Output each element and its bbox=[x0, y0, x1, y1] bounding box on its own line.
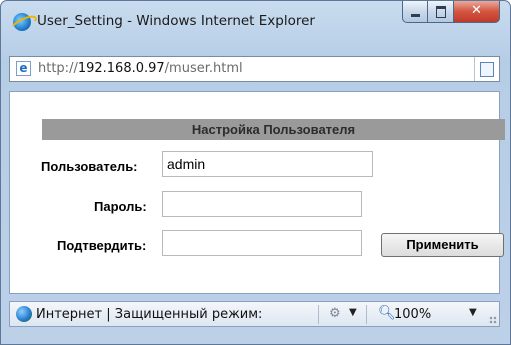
url-host: 192.168.0.97 bbox=[77, 61, 165, 76]
security-zone-text[interactable]: Интернет | Защищенный режим: bbox=[36, 307, 262, 322]
protected-mode-icon[interactable]: ⚙ bbox=[329, 306, 343, 321]
globe-icon bbox=[16, 306, 32, 322]
ie-icon bbox=[13, 13, 31, 31]
zoom-level[interactable]: 100% bbox=[394, 307, 431, 322]
chevron-down-icon[interactable]: ▼ bbox=[469, 307, 477, 318]
page-icon: e bbox=[16, 61, 31, 76]
confirm-label: Подтвердить: bbox=[57, 238, 147, 253]
settings-heading: Настройка Пользователя bbox=[42, 119, 505, 140]
status-bar: Интернет | Защищенный режим: ⚙ ▼ 🔍︎ 100%… bbox=[9, 301, 500, 327]
minimize-icon bbox=[411, 14, 420, 17]
minimize-button[interactable] bbox=[402, 1, 428, 23]
status-divider bbox=[318, 305, 319, 324]
maximize-button[interactable] bbox=[428, 1, 454, 23]
close-button[interactable]: ✕ bbox=[454, 1, 500, 23]
compatibility-icon bbox=[480, 62, 494, 77]
close-icon: ✕ bbox=[471, 3, 482, 18]
address-bar[interactable]: e http://192.168.0.97/muser.html bbox=[9, 56, 500, 82]
password-label: Пароль: bbox=[94, 199, 147, 214]
address-url[interactable]: http://192.168.0.97/muser.html bbox=[38, 61, 243, 76]
resize-grip[interactable] bbox=[489, 316, 497, 324]
user-field[interactable] bbox=[162, 151, 373, 177]
page-content: Настройка Пользователя Пользователь: Пар… bbox=[9, 91, 505, 294]
user-label: Пользователь: bbox=[41, 159, 138, 174]
url-path: /muser.html bbox=[164, 61, 243, 76]
compatibility-view-button[interactable] bbox=[474, 57, 499, 81]
confirm-password-field[interactable] bbox=[162, 230, 362, 256]
window-title: User_Setting - Windows Internet Explorer bbox=[37, 13, 315, 29]
apply-button[interactable]: Применить bbox=[381, 233, 504, 257]
title-bar: User_Setting - Windows Internet Explorer… bbox=[1, 1, 510, 41]
maximize-icon bbox=[436, 6, 446, 18]
password-field[interactable] bbox=[162, 191, 362, 217]
status-divider bbox=[366, 305, 367, 324]
browser-window: User_Setting - Windows Internet Explorer… bbox=[0, 0, 511, 345]
window-controls: ✕ bbox=[402, 1, 500, 25]
chevron-down-icon[interactable]: ▼ bbox=[349, 307, 357, 318]
url-prefix: http:// bbox=[38, 61, 78, 76]
